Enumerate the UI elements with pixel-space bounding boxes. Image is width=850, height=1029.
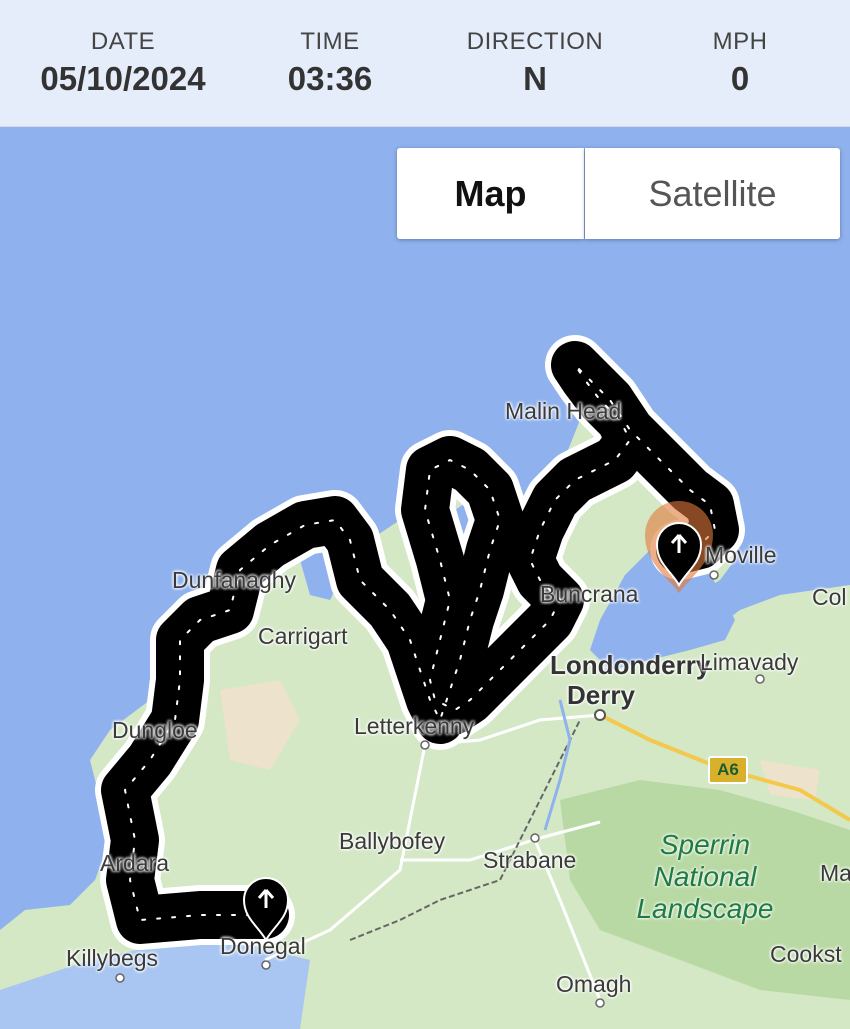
date-stat: DATE 05/10/2024 — [10, 28, 236, 98]
place-dunfanaghy: Dunfanaghy — [172, 567, 297, 593]
direction-stat: DIRECTION N — [440, 28, 630, 98]
place-strabane: Strabane — [483, 847, 577, 873]
place-cookstown: Cookst — [770, 941, 842, 967]
time-stat: TIME 03:36 — [250, 28, 410, 98]
place-derry: Derry — [567, 680, 635, 710]
place-letterkenny: Letterkenny — [354, 713, 475, 739]
mph-stat: MPH 0 — [680, 28, 800, 98]
stats-header: DATE 05/10/2024 TIME 03:36 DIRECTION N M… — [0, 0, 850, 127]
mph-label: MPH — [712, 28, 768, 55]
place-carrigart: Carrigart — [258, 623, 348, 649]
place-ballybofey: Ballybofey — [339, 828, 446, 854]
mph-value: 0 — [730, 60, 750, 97]
place-killybegs: Killybegs — [66, 945, 159, 971]
place-malin-head: Malin Head — [505, 398, 622, 424]
place-buncrana: Buncrana — [540, 581, 639, 607]
place-ardara: Ardara — [100, 850, 170, 876]
place-londonderry: Londonderry — [550, 650, 711, 680]
date-label: DATE — [90, 28, 156, 55]
place-moville: Moville — [705, 542, 777, 568]
place-limavady: Limavady — [700, 649, 799, 675]
direction-label: DIRECTION — [466, 28, 604, 55]
map-type-map-button[interactable]: Map — [397, 148, 584, 239]
road-a6-shield: A6 — [708, 756, 748, 784]
direction-value: N — [523, 60, 547, 97]
map-type-satellite-button[interactable]: Satellite — [585, 148, 840, 239]
place-donegal: Donegal — [220, 933, 306, 959]
date-value: 05/10/2024 — [40, 60, 206, 97]
place-omagh: Omagh — [556, 971, 632, 997]
place-magherafelt: Ma — [820, 860, 850, 886]
time-value: 03:36 — [287, 60, 373, 97]
place-coleraine: Col — [812, 584, 847, 610]
time-label: TIME — [300, 28, 360, 55]
park-sperrin-label: Sperrin National Landscape — [636, 829, 774, 924]
place-dungloe: Dungloe — [112, 717, 198, 743]
